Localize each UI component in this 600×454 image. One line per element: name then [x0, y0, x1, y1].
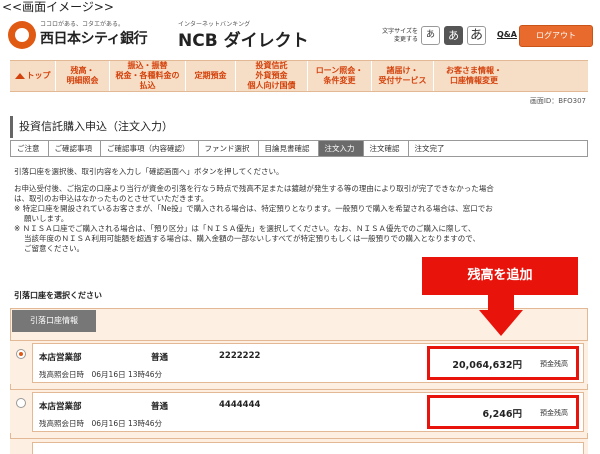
- nav-item-customer-info[interactable]: お客さま情報・ 口座情報変更: [434, 61, 514, 91]
- step-item-active: 注文入力: [318, 141, 364, 156]
- note-line: 願いします。: [24, 214, 69, 223]
- note-line: ご留意ください。: [24, 244, 84, 253]
- step-item: ご確認事項: [48, 141, 101, 156]
- instruction-text: 引落口座を選択後、取引内容を入力し「確認画面へ」ボタンを押してください。: [14, 167, 284, 176]
- account-type: 普通: [151, 353, 169, 363]
- font-size-label: 文字サイズを 変更する: [382, 28, 418, 43]
- nav-item-notifications[interactable]: 諸届け・ 受付サービス: [372, 61, 434, 91]
- account-balance: 6,246円: [482, 409, 522, 420]
- callout-arrow-icon: [488, 295, 514, 311]
- account-card: 本店営業部 普通 4444444 残高照会日時 06月16日 13時46分 6,…: [32, 392, 584, 432]
- callout-arrow-head-icon: [479, 310, 523, 336]
- balance-highlight: 20,064,632円 預金残高: [427, 346, 579, 380]
- account-number: 2222222: [219, 351, 261, 361]
- balance-date: 残高照会日時 06月16日 13時46分: [39, 370, 163, 379]
- account-number: 4444444: [219, 400, 261, 410]
- balance-date: 残高照会日時 06月16日 13時46分: [39, 419, 163, 428]
- balance-label: 預金残高: [540, 409, 568, 417]
- page-title: 投資信託購入申込（注文入力）: [10, 116, 588, 138]
- logout-button[interactable]: ログアウト: [519, 25, 593, 47]
- step-item: ご確認事項（内容確認）: [101, 141, 199, 156]
- balance-label: 預金残高: [540, 360, 568, 368]
- font-size-small-button[interactable]: あ: [421, 26, 440, 45]
- screen-id: 画面ID：BFO307: [529, 97, 586, 105]
- screen-caption: <<画面イメージ>>: [2, 0, 114, 14]
- site-header: ココロがある、コタエがある。 西日本シティ銀行 インターネットバンキング NCB…: [0, 16, 600, 60]
- callout-label: 残高を追加: [422, 257, 578, 295]
- step-item: 注文完了: [408, 141, 453, 156]
- nav-item-time-deposit[interactable]: 定期預金: [186, 61, 236, 91]
- account-row[interactable]: 本店営業部 普通 2222222 残高照会日時 06月16日 13時46分 20…: [10, 340, 588, 384]
- account-branch: 本店営業部: [39, 402, 82, 412]
- bank-logo-icon: [8, 21, 36, 49]
- bank-name: 西日本シティ銀行: [40, 31, 148, 47]
- main-nav: トップ 残高・ 明細照会 振込・振替 税金・各種料金の 払込 定期預金 投資信託…: [10, 60, 588, 92]
- step-item: 目論見書確認: [258, 141, 319, 156]
- logo-tagline: ココロがある、コタエがある。: [40, 21, 125, 28]
- note-line: ※ ＮＩＳＡ口座でご購入される場合は、「預り区分」は「ＮＩＳＡ優先」を選択してく…: [14, 224, 476, 233]
- balance-highlight: 6,246円 預金残高: [427, 395, 579, 429]
- account-branch: 本店営業部: [39, 353, 82, 363]
- note-line: お申込受付後、ご指定の口座より当行が資金の引落を行なう時点で残高不足または鍍越が…: [14, 184, 494, 193]
- note-line: ※ 特定口座を開設されているお客さまが、「Ne投」で購入される場合は、特定預りと…: [14, 204, 493, 213]
- nav-item-top[interactable]: トップ: [10, 61, 56, 91]
- nav-item-investment[interactable]: 投資信託 外貨預金 個人向け国債: [236, 61, 308, 91]
- notes-block: お申込受付後、ご指定の口座より当行が資金の引落を行なう時点で残高不足または鍍越が…: [14, 184, 584, 254]
- direct-logo: NCB ダイレクト: [178, 31, 309, 51]
- step-item: 注文確認: [363, 141, 409, 156]
- account-balance: 20,064,632円: [452, 360, 522, 371]
- nav-item-balance[interactable]: 残高・ 明細照会: [56, 61, 110, 91]
- font-size-medium-button[interactable]: あ: [444, 26, 463, 45]
- qa-link[interactable]: Q&A: [497, 30, 517, 39]
- step-item: ご注意: [11, 141, 49, 156]
- font-size-large-button[interactable]: あ: [467, 26, 486, 45]
- account-row-partial: [10, 438, 588, 454]
- account-tab: 引落口座情報: [12, 310, 96, 332]
- account-card: 本店営業部 普通 2222222 残高照会日時 06月16日 13時46分 20…: [32, 343, 584, 383]
- nav-item-transfer[interactable]: 振込・振替 税金・各種料金の 払込: [110, 61, 186, 91]
- note-line: 当該年度のＮＩＳＡ利用可能額を超過する場合は、購入金額の一部ないしすべてが特定預…: [24, 234, 480, 243]
- section-label: 引落口座を選択ください: [14, 291, 102, 300]
- note-line: は、取引のお申込はなかったものとさせていただきます。: [14, 194, 209, 203]
- progress-steps: ご注意 ご確認事項 ご確認事項（内容確認） ファンド選択 目論見書確認 注文入力…: [10, 140, 588, 157]
- account-radio[interactable]: [16, 398, 26, 408]
- nav-item-loan[interactable]: ローン照会・ 条件変更: [308, 61, 372, 91]
- step-item: ファンド選択: [198, 141, 259, 156]
- home-icon: [14, 73, 25, 79]
- account-row[interactable]: 本店営業部 普通 4444444 残高照会日時 06月16日 13時46分 6,…: [10, 389, 588, 433]
- account-radio[interactable]: [16, 349, 26, 359]
- account-type: 普通: [151, 402, 169, 412]
